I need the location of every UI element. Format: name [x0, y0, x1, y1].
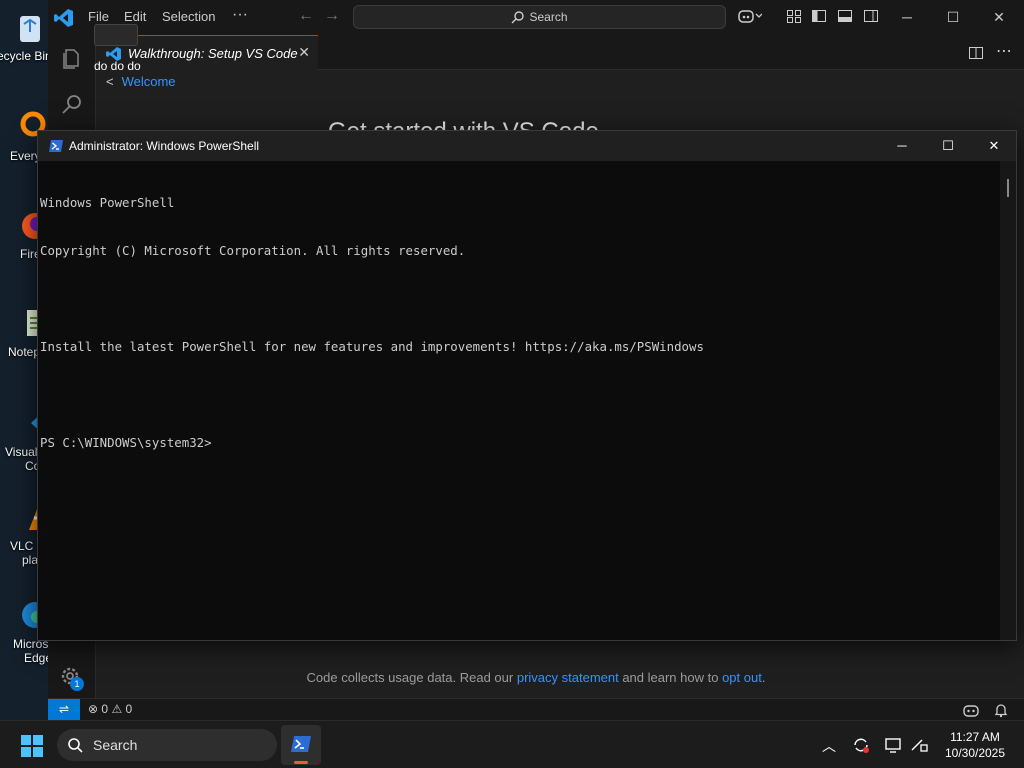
- powershell-window: Administrator: Windows PowerShell ─ ☐ ✕ …: [37, 130, 1017, 641]
- telemetry-notice: Code collects usage data. Read our priva…: [48, 670, 1024, 685]
- problems-indicator[interactable]: ⊗ 0 ⚠ 0: [88, 702, 132, 716]
- privacy-prefix: Code collects usage data. Read our: [306, 670, 517, 685]
- warning-count: 0: [125, 702, 133, 716]
- chevron-left-icon: <: [106, 74, 114, 89]
- running-indicator: [294, 761, 308, 764]
- ps-maximize-button[interactable]: ☐: [925, 131, 971, 161]
- display-icon[interactable]: [884, 736, 902, 754]
- privacy-statement-link[interactable]: privacy statement: [517, 670, 619, 685]
- powershell-title: Administrator: Windows PowerShell: [69, 139, 260, 153]
- console-prompt: PS C:\WINDOWS\system32>: [40, 435, 220, 450]
- taskbar-search[interactable]: Search: [57, 729, 277, 761]
- minimize-button[interactable]: ─: [884, 0, 930, 35]
- powershell-title-bar[interactable]: Administrator: Windows PowerShell ─ ☐ ✕: [38, 131, 1016, 161]
- sync-icon[interactable]: [852, 736, 870, 754]
- bell-icon[interactable]: [993, 702, 1009, 718]
- vscode-title-bar: File Edit Selection ··· ← → Search ─ ☐ ✕: [48, 0, 1024, 35]
- console-line: Windows PowerShell: [40, 195, 175, 210]
- close-button[interactable]: ✕: [976, 0, 1022, 35]
- welcome-breadcrumb[interactable]: < Welcome: [106, 74, 176, 89]
- warning-icon: ⚠: [111, 702, 123, 716]
- ps-minimize-button[interactable]: ─: [879, 131, 925, 161]
- privacy-suffix: .: [761, 670, 766, 685]
- customize-layout-icon[interactable]: [786, 8, 802, 24]
- explorer-icon[interactable]: [60, 47, 84, 71]
- back-arrow-icon[interactable]: ←: [298, 7, 314, 25]
- recycle-bin-icon: [20, 16, 40, 42]
- screen: Recycle Bin Every Fire Notep Visual Co V…: [0, 0, 1024, 768]
- command-center-search[interactable]: Search: [353, 5, 726, 29]
- menu-file[interactable]: File: [88, 9, 109, 24]
- forward-arrow-icon[interactable]: →: [324, 7, 340, 25]
- menu-more[interactable]: ···: [232, 6, 248, 24]
- vscode-logo-icon: [54, 9, 73, 27]
- taskbar-powershell-button[interactable]: [281, 725, 321, 765]
- remote-indicator-icon[interactable]: ⇌: [48, 699, 80, 721]
- ps-scrollbar-thumb[interactable]: [1007, 179, 1009, 197]
- chevron-up-icon[interactable]: ︿: [820, 736, 838, 754]
- clock-date: 10/30/2025: [944, 746, 1006, 760]
- powershell-icon: [49, 140, 63, 152]
- toggle-panel-icon[interactable]: [837, 8, 853, 24]
- opt-out-link[interactable]: opt out: [722, 670, 762, 685]
- console-line: Install the latest PowerShell for new fe…: [40, 339, 704, 354]
- system-clock[interactable]: 11:27 AM 10/30/2025: [934, 729, 1016, 761]
- ps-scrollbar[interactable]: [1000, 161, 1016, 640]
- error-count: 0: [101, 702, 109, 716]
- privacy-middle: and learn how to: [618, 670, 723, 685]
- more-actions-icon[interactable]: ⋯: [996, 41, 1012, 60]
- powershell-icon: [291, 736, 311, 752]
- toggle-secondary-sidebar-icon[interactable]: [863, 8, 879, 24]
- clock-time: 11:27 AM: [950, 730, 1000, 744]
- copilot-status-icon[interactable]: [963, 702, 979, 718]
- taskbar: Search ︿ 11:27 AM 10/30/2025: [0, 720, 1024, 768]
- split-editor-icon[interactable]: [968, 45, 984, 61]
- maximize-button[interactable]: ☐: [930, 0, 976, 35]
- console-line: Copyright (C) Microsoft Corporation. All…: [40, 243, 466, 258]
- menu-edit[interactable]: Edit: [124, 9, 146, 24]
- taskbar-search-label: Search: [93, 737, 138, 753]
- hover-tooltip-box: [94, 24, 138, 46]
- hover-tooltip-text: do do do: [94, 59, 141, 73]
- status-bar: ⇌ ⊗ 0 ⚠ 0: [48, 698, 1024, 721]
- windows-start-icon[interactable]: [20, 734, 44, 758]
- desktop-icon-label: Recycle Bin: [0, 49, 48, 63]
- welcome-link-label: Welcome: [121, 74, 176, 89]
- toggle-primary-sidebar-icon[interactable]: [811, 8, 827, 24]
- search-view-icon[interactable]: [60, 93, 84, 117]
- tab-label: Walkthrough: Setup VS Code: [128, 46, 298, 61]
- menu-selection[interactable]: Selection: [162, 9, 215, 24]
- ps-close-button[interactable]: ✕: [971, 131, 1017, 161]
- search-label: Search: [529, 10, 568, 24]
- desktop-icon-recycle-bin[interactable]: Recycle Bin: [0, 10, 48, 63]
- desktop-icon-label: Edge: [24, 651, 48, 665]
- tab-close-icon[interactable]: ✕: [298, 44, 310, 61]
- copilot-icon[interactable]: [738, 8, 762, 24]
- search-icon: [511, 11, 525, 24]
- search-icon: [68, 738, 83, 753]
- powershell-console[interactable]: Windows PowerShell Copyright (C) Microso…: [40, 163, 1000, 638]
- editor-tab-bar: Walkthrough: Setup VS Code ✕ ⋯: [96, 35, 1024, 70]
- network-icon[interactable]: [910, 736, 928, 754]
- error-icon: ⊗: [88, 702, 99, 716]
